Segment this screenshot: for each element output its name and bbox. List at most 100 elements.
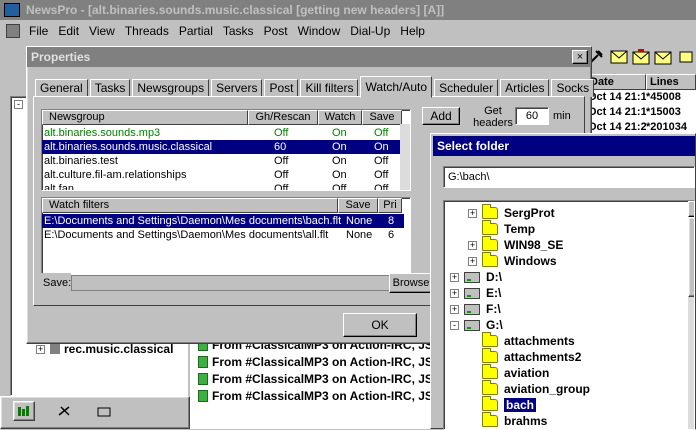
col-lines[interactable]: Lines	[646, 74, 696, 90]
watch-value: On	[332, 169, 347, 181]
menu-edit[interactable]: Edit	[53, 24, 84, 38]
mail-icon[interactable]	[608, 46, 628, 68]
folder-tree-item[interactable]: + SergProt	[468, 204, 555, 221]
watch-filters-table: Watch filters Save Pri E:\Documents and …	[41, 197, 411, 277]
newsgroup-name: alt.fan	[44, 183, 74, 191]
tab-general[interactable]: General	[35, 79, 88, 97]
newsgroup-row[interactable]: alt.fan Off Off Off	[42, 182, 400, 191]
col-filter-save[interactable]: Save	[338, 198, 378, 213]
app-icon	[4, 3, 20, 17]
expand-icon[interactable]: +	[468, 208, 477, 218]
folder-icon	[482, 252, 498, 267]
tab-servers[interactable]: Servers	[211, 79, 263, 97]
watch-filter-row[interactable]: E:\Documents and Settings\Daemon\Mes doc…	[42, 228, 404, 242]
browse-button[interactable]: Browse	[389, 273, 433, 293]
collapse-icon[interactable]: -	[450, 320, 459, 330]
folder-tree-item[interactable]: Temp	[468, 220, 536, 237]
mail-download-icon[interactable]	[631, 46, 651, 68]
expand-icon[interactable]: +	[450, 304, 459, 314]
folder-path-input[interactable]: G:\bach\	[443, 166, 695, 188]
folder-tree-scrollbar[interactable]: ▲	[688, 201, 694, 429]
folder-tree-item[interactable]: + WIN98_SE	[468, 236, 564, 253]
folder-tree-item[interactable]: + F:\	[450, 301, 501, 317]
tab-tasks[interactable]: Tasks	[89, 79, 131, 97]
drive-icon	[464, 303, 480, 315]
vertical-scrollbar[interactable]	[400, 124, 410, 190]
col-save[interactable]: Save	[362, 110, 402, 125]
folder-tree-item[interactable]: brahms	[468, 412, 548, 429]
expand-icon[interactable]: +	[468, 256, 477, 266]
menu-view[interactable]: View	[84, 24, 120, 38]
tab-scheduler[interactable]: Scheduler	[434, 79, 499, 97]
col-pri[interactable]: Pri	[378, 198, 402, 213]
menu-dialup[interactable]: Dial-Up	[345, 24, 395, 38]
folder-tree-item[interactable]: + Windows	[468, 252, 557, 269]
expand-icon[interactable]: +	[468, 240, 477, 250]
menu-help[interactable]: Help	[395, 24, 430, 38]
groups-tab-icon[interactable]	[13, 401, 35, 421]
folder-label: brahms	[504, 414, 548, 428]
add-button[interactable]: Add	[422, 107, 460, 125]
menu-threads[interactable]: Threads	[120, 24, 174, 38]
tab-newsgroups[interactable]: Newsgroups	[132, 79, 210, 97]
folder-label: attachments	[504, 334, 575, 348]
save-value: Off	[374, 127, 389, 139]
expand-icon[interactable]: +	[450, 272, 459, 282]
save-label: Save:	[41, 273, 71, 293]
folder-tree-item[interactable]: + D:\	[450, 269, 502, 285]
article-row[interactable]: Oct 14 21:17*45008	[586, 90, 696, 105]
filter-pri-value: 8	[388, 215, 395, 227]
tab-articles[interactable]: Articles	[500, 79, 550, 97]
menu-file[interactable]: File	[24, 24, 53, 38]
menu-window[interactable]: Window	[293, 24, 346, 38]
expand-icon[interactable]: +	[450, 288, 459, 298]
save-value: Off	[374, 169, 389, 181]
folder-label: bach	[504, 398, 537, 412]
newsgroup-row[interactable]: alt.culture.fil-am.relationships Off On Off	[42, 168, 400, 182]
folder-label: attachments2	[504, 350, 582, 364]
newsgroup-row[interactable]: alt.binaries.sounds.music.classical 60 On O…	[42, 140, 400, 154]
folder-label: aviation_group	[504, 382, 591, 396]
mail-send-icon[interactable]	[653, 46, 673, 68]
app-title-bar: NewsPro - [alt.binaries.sounds.music.cla…	[0, 0, 696, 20]
scroll-thumb[interactable]	[688, 217, 694, 297]
drive-icon	[464, 271, 480, 283]
folder-tree-item[interactable]: - G:\	[450, 317, 503, 333]
folders-tab-icon[interactable]	[93, 401, 115, 421]
save-path-input[interactable]	[71, 275, 391, 291]
filter-pri-value: 6	[388, 229, 395, 241]
menu-post[interactable]: Post	[259, 24, 293, 38]
menu-tasks[interactable]: Tasks	[218, 24, 259, 38]
folder-tree-item[interactable]: bach	[468, 396, 537, 413]
folder-tree-item[interactable]: aviation	[468, 364, 549, 381]
folder-tree-item[interactable]: attachments	[468, 332, 575, 349]
folder-label: Temp	[504, 222, 536, 236]
folder-tree-item[interactable]: aviation_group	[468, 380, 591, 397]
folder-tree-item[interactable]: attachments2	[468, 348, 582, 365]
message-row[interactable]: From #ClassicalMP3 on Action-IRC, JS B	[190, 387, 436, 404]
folder-label: WIN98_SE	[504, 238, 564, 252]
article-row[interactable]: Oct 14 21:19*15003	[586, 105, 696, 120]
window-system-icon[interactable]	[6, 23, 20, 38]
message-row[interactable]: From #ClassicalMP3 on Action-IRC, JS B	[190, 353, 436, 370]
tab-post[interactable]: Post	[264, 79, 299, 97]
tab-socks[interactable]: Socks	[551, 79, 595, 97]
mail-alt-icon[interactable]	[676, 46, 696, 68]
servers-tab-icon[interactable]	[53, 401, 75, 421]
newsgroup-row[interactable]: alt.binaries.sounds.mp3 Off On Off	[42, 126, 400, 140]
col-gh-rescan[interactable]: Gh/Rescan	[248, 110, 318, 125]
close-icon[interactable]: ×	[572, 50, 588, 64]
message-row[interactable]: From #ClassicalMP3 on Action-IRC, JS B	[190, 370, 436, 387]
col-watch-filters[interactable]: Watch filters	[42, 198, 338, 213]
tab-kill-filters[interactable]: Kill filters	[300, 79, 359, 97]
col-watch[interactable]: Watch	[318, 110, 362, 125]
folder-tree-item[interactable]: + E:\	[450, 285, 501, 301]
watch-filter-row[interactable]: E:\Documents and Settings\Daemon\Mes doc…	[42, 214, 404, 228]
col-newsgroup[interactable]: Newsgroup	[42, 110, 248, 125]
get-headers-input[interactable]: 60	[515, 107, 549, 125]
scroll-up-icon[interactable]: ▲	[688, 201, 694, 217]
menu-partial[interactable]: Partial	[174, 24, 218, 38]
ok-button[interactable]: OK	[343, 313, 417, 337]
newsgroup-row[interactable]: alt.binaries.test Off On Off	[42, 154, 400, 168]
tab-watch-auto[interactable]: Watch/Auto	[360, 76, 433, 98]
